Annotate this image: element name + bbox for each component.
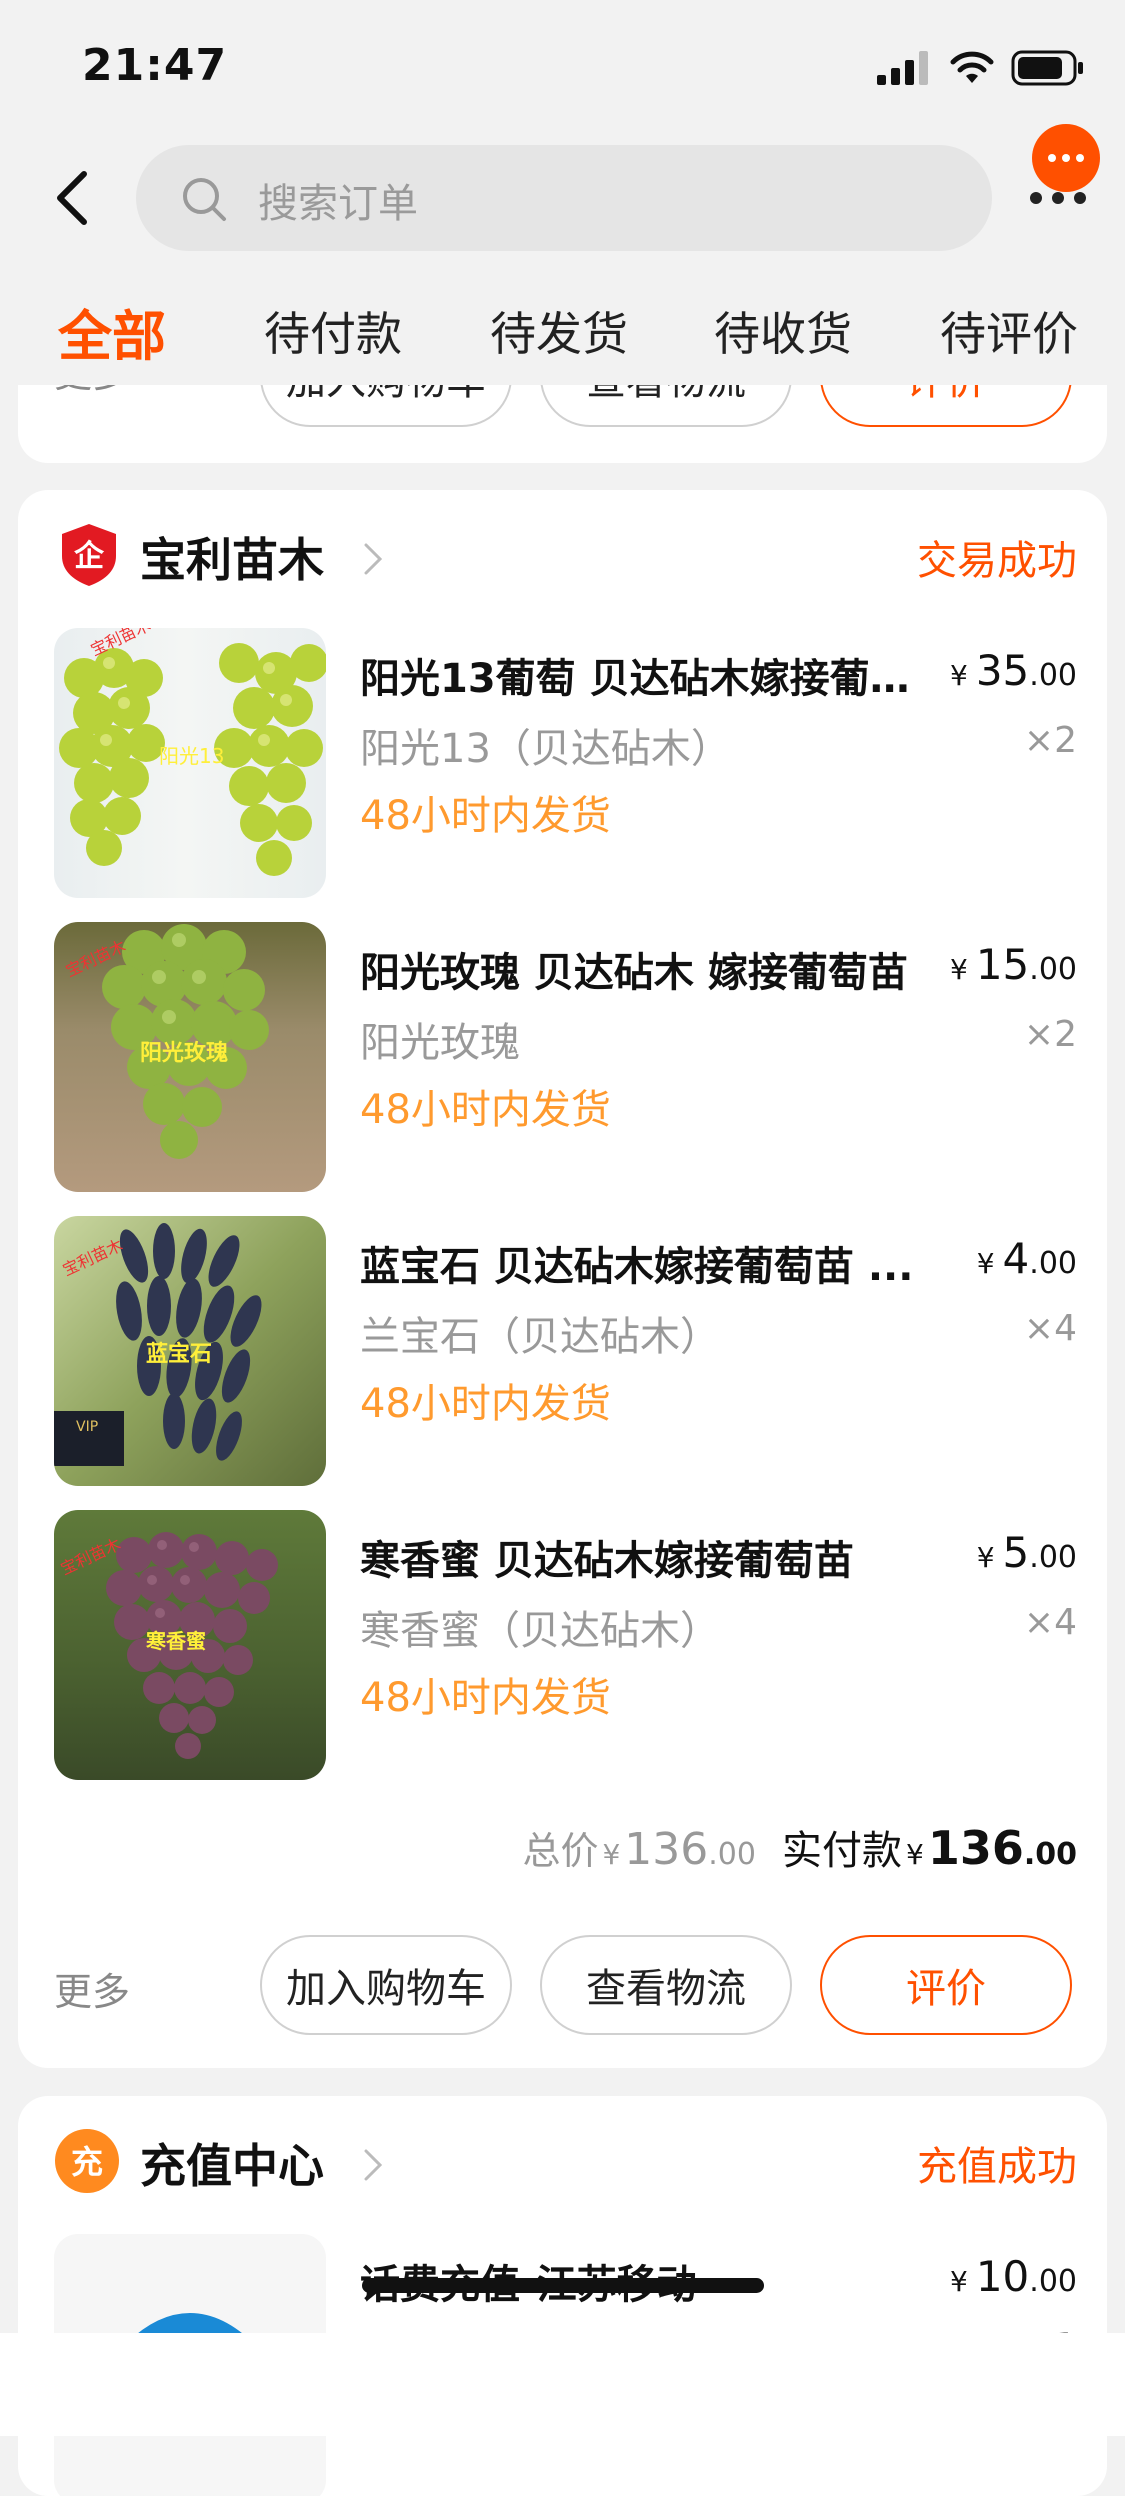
view-logistics-button[interactable]: 查看物流 — [540, 1935, 792, 2035]
item-title[interactable]: 蓝宝石 贝达砧木嫁接葡萄苗 ... — [360, 1234, 930, 1292]
shop-name[interactable]: 充值中心 — [140, 2130, 324, 2196]
shipping-tag: 48小时内发货 — [360, 793, 611, 839]
previous-order-card: 更多 加入购物车 查看物流 评价 — [18, 385, 1107, 463]
svg-text:宝利苗木: 宝利苗木 — [60, 1235, 126, 1279]
product-image[interactable]: VIP 蓝宝石 宝利苗木 — [54, 1216, 326, 1486]
battery-icon — [1011, 50, 1083, 86]
product-image[interactable]: 阳光玫瑰 宝利苗木 — [54, 922, 326, 1192]
home-indicator-area — [0, 2333, 1125, 2436]
order-item[interactable]: 寒香蜜 宝利苗木 寒香蜜 贝达砧木嫁接葡萄苗 ¥5.00 寒香蜜（贝达砧木） ×… — [18, 1510, 1107, 1780]
chevron-right-icon — [364, 543, 383, 575]
order-total: 总价 ¥136.00 实付款 ¥136.00 — [522, 1821, 1077, 1875]
order-card: 企 宝利苗木 交易成功 阳光13 宝利苗木 阳光13葡萄 贝达砧木嫁接葡萄苗 ¥… — [18, 490, 1107, 2068]
item-sku: 阳光玫瑰 — [360, 1020, 520, 1066]
shop-header[interactable]: 充 充值中心 充值成功 — [18, 2096, 1107, 2226]
more-menu-icon[interactable] — [1030, 124, 1102, 206]
svg-text:寒香蜜: 寒香蜜 — [146, 1629, 206, 1653]
tab-all[interactable]: 全部 — [58, 292, 166, 371]
svg-text:阳光13: 阳光13 — [159, 744, 224, 768]
item-sku: 阳光13（贝达砧木） — [360, 726, 731, 772]
order-item[interactable]: 阳光13 宝利苗木 阳光13葡萄 贝达砧木嫁接葡萄苗 ¥35.00 阳光13（贝… — [18, 628, 1107, 898]
review-button[interactable]: 评价 — [820, 1935, 1072, 2035]
tab-pending-receipt[interactable]: 待收货 — [714, 298, 852, 364]
svg-text:蓝宝石: 蓝宝石 — [146, 1341, 212, 1367]
product-image[interactable]: 寒香蜜 宝利苗木 — [54, 1510, 326, 1780]
item-price: ¥10.00 — [950, 2252, 1077, 2301]
tab-pending-payment[interactable]: 待付款 — [264, 298, 402, 364]
order-actions: 更多 加入购物车 查看物流 评价 — [18, 1935, 1107, 2039]
item-price: ¥5.00 — [976, 1528, 1077, 1577]
item-quantity: ×2 — [1023, 720, 1077, 761]
tab-pending-review[interactable]: 待评价 — [940, 298, 1078, 364]
signal-icon — [877, 51, 928, 85]
svg-text:企: 企 — [74, 539, 105, 574]
shop-name[interactable]: 宝利苗木 — [140, 524, 324, 590]
svg-text:宝利苗木: 宝利苗木 — [58, 1534, 124, 1578]
wifi-icon — [950, 51, 994, 83]
add-to-cart-button[interactable]: 加入购物车 — [260, 385, 512, 427]
item-sku: 寒香蜜（贝达砧木） — [360, 1608, 720, 1654]
item-title[interactable]: 阳光13葡萄 贝达砧木嫁接葡萄苗 — [360, 646, 930, 704]
shipping-tag: 48小时内发货 — [360, 1087, 611, 1133]
item-price: ¥4.00 — [976, 1234, 1077, 1283]
search-input[interactable]: 搜索订单 — [136, 145, 992, 251]
home-indicator[interactable] — [362, 2278, 764, 2293]
status-bar: 21:47 — [0, 0, 1125, 140]
item-sku: 兰宝石（贝达砧木） — [360, 1314, 720, 1360]
paid-label: 实付款 — [781, 1828, 902, 1874]
tab-pending-shipment[interactable]: 待发货 — [490, 298, 628, 364]
shipping-tag: 48小时内发货 — [360, 1381, 611, 1427]
item-title[interactable]: 阳光玫瑰 贝达砧木 嫁接葡萄苗 — [360, 940, 930, 998]
paid-value: 136 — [927, 1821, 1024, 1875]
order-item[interactable]: 阳光玫瑰 宝利苗木 阳光玫瑰 贝达砧木 嫁接葡萄苗 ¥15.00 阳光玫瑰 ×2… — [18, 922, 1107, 1192]
item-price: ¥35.00 — [950, 646, 1077, 695]
recharge-order-card: 充 充值中心 充值成功 话费充值-江苏移动 ¥10.00 充值号码:137051… — [18, 2096, 1107, 2496]
back-chevron-icon[interactable] — [46, 168, 96, 228]
review-button[interactable]: 评价 — [820, 385, 1072, 427]
search-icon — [183, 178, 226, 221]
chevron-right-icon — [364, 2149, 383, 2181]
more-link[interactable]: 更多 — [54, 385, 130, 398]
order-item[interactable]: VIP 蓝宝石 宝利苗木 蓝宝石 贝达砧木嫁接葡萄苗 ... ¥4.00 兰宝石… — [18, 1216, 1107, 1486]
more-link[interactable]: 更多 — [54, 1961, 130, 2016]
recharge-center-icon: 充 — [55, 2129, 119, 2193]
item-quantity: ×4 — [1023, 1308, 1077, 1349]
total-value: 136 — [624, 1824, 709, 1875]
shop-logo-icon: 企 — [62, 524, 116, 586]
item-quantity: ×4 — [1023, 1602, 1077, 1643]
svg-text:阳光玫瑰: 阳光玫瑰 — [140, 1040, 228, 1066]
order-status: 充值成功 — [917, 2144, 1077, 2190]
item-price: ¥15.00 — [950, 940, 1077, 989]
status-icons — [877, 50, 1085, 86]
item-quantity: ×2 — [1023, 1014, 1077, 1055]
product-image[interactable]: 阳光13 宝利苗木 — [54, 628, 326, 898]
order-tabs: 全部 待付款 待发货 待收货 待评价 — [0, 290, 1125, 385]
status-time: 21:47 — [82, 40, 228, 91]
shipping-tag: 48小时内发货 — [360, 1675, 611, 1721]
total-label: 总价 — [522, 1829, 599, 1873]
view-logistics-button[interactable]: 查看物流 — [540, 385, 792, 427]
shop-header[interactable]: 企 宝利苗木 交易成功 — [18, 490, 1107, 620]
search-placeholder: 搜索订单 — [258, 181, 418, 227]
svg-text:VIP: VIP — [76, 1419, 98, 1435]
order-status: 交易成功 — [917, 538, 1077, 584]
svg-text:充: 充 — [71, 2143, 103, 2181]
add-to-cart-button[interactable]: 加入购物车 — [260, 1935, 512, 2035]
item-title[interactable]: 寒香蜜 贝达砧木嫁接葡萄苗 — [360, 1528, 930, 1586]
